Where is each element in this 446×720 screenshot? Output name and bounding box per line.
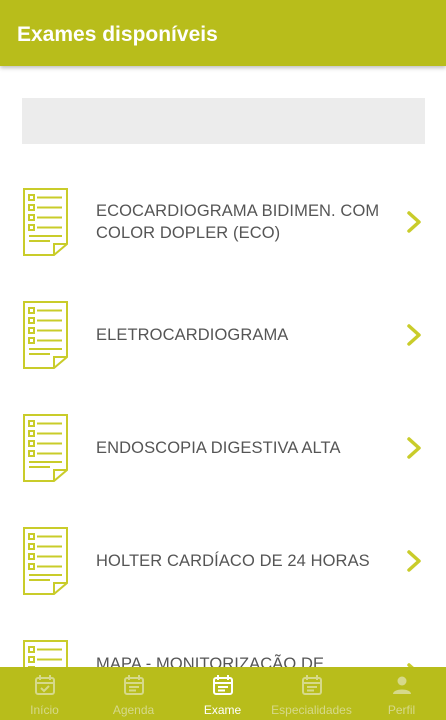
nav-item-especialidades[interactable]: Especialidades — [267, 667, 356, 720]
nav-label: Agenda — [112, 703, 155, 717]
nav-label: Exame — [203, 703, 242, 717]
nav-label: Início — [30, 703, 59, 717]
exam-label: ELETROCARDIOGRAMA — [96, 325, 289, 344]
calendar-icon — [212, 675, 233, 695]
list-item[interactable]: MAPA - MONITORIZAÇÃO DE — [0, 617, 446, 667]
nav-item-inicio[interactable]: Início — [0, 667, 89, 720]
exam-label: ECOCARDIOGRAMA BIDIMEN. COM COLOR DOPLER… — [96, 201, 380, 242]
document-icon — [23, 527, 68, 595]
nav-item-exame[interactable]: Exame — [178, 667, 267, 720]
chevron-right-icon — [407, 437, 421, 459]
document-icon — [23, 188, 68, 256]
calendar-check-icon — [34, 675, 55, 695]
list-item[interactable]: ECOCARDIOGRAMA BIDIMEN. COM COLOR DOPLER… — [0, 165, 446, 278]
exam-list: ECOCARDIOGRAMA BIDIMEN. COM COLOR DOPLER… — [0, 165, 446, 667]
exam-label: MAPA - MONITORIZAÇÃO DE — [96, 655, 325, 667]
document-icon — [23, 414, 68, 482]
chevron-right-icon — [407, 324, 421, 346]
chevron-right-icon — [407, 550, 421, 572]
list-item[interactable]: ENDOSCOPIA DIGESTIVA ALTA — [0, 391, 446, 504]
nav-label: Perfil — [387, 703, 416, 717]
exam-label: HOLTER CARDÍACO DE 24 HORAS — [96, 551, 370, 570]
chevron-right-icon — [407, 211, 421, 233]
list-item[interactable]: ELETROCARDIOGRAMA — [0, 278, 446, 391]
calendar-icon — [301, 675, 322, 695]
nav-item-perfil[interactable]: Perfil — [357, 667, 446, 720]
nav-item-agenda[interactable]: Agenda — [89, 667, 178, 720]
exam-label: ENDOSCOPIA DIGESTIVA ALTA — [96, 438, 341, 457]
page-title: Exames disponíveis — [17, 23, 218, 46]
document-icon — [23, 301, 68, 369]
document-icon — [23, 640, 68, 667]
app-bar: Exames disponíveis — [0, 0, 446, 66]
list-item[interactable]: HOLTER CARDÍACO DE 24 HORAS — [0, 504, 446, 617]
person-icon — [392, 676, 411, 694]
search-input[interactable] — [22, 98, 425, 144]
bottom-nav: Início Agenda Exame Especialidades Perfi… — [0, 667, 446, 720]
nav-label: Especialidades — [271, 703, 352, 717]
calendar-icon — [123, 675, 144, 695]
